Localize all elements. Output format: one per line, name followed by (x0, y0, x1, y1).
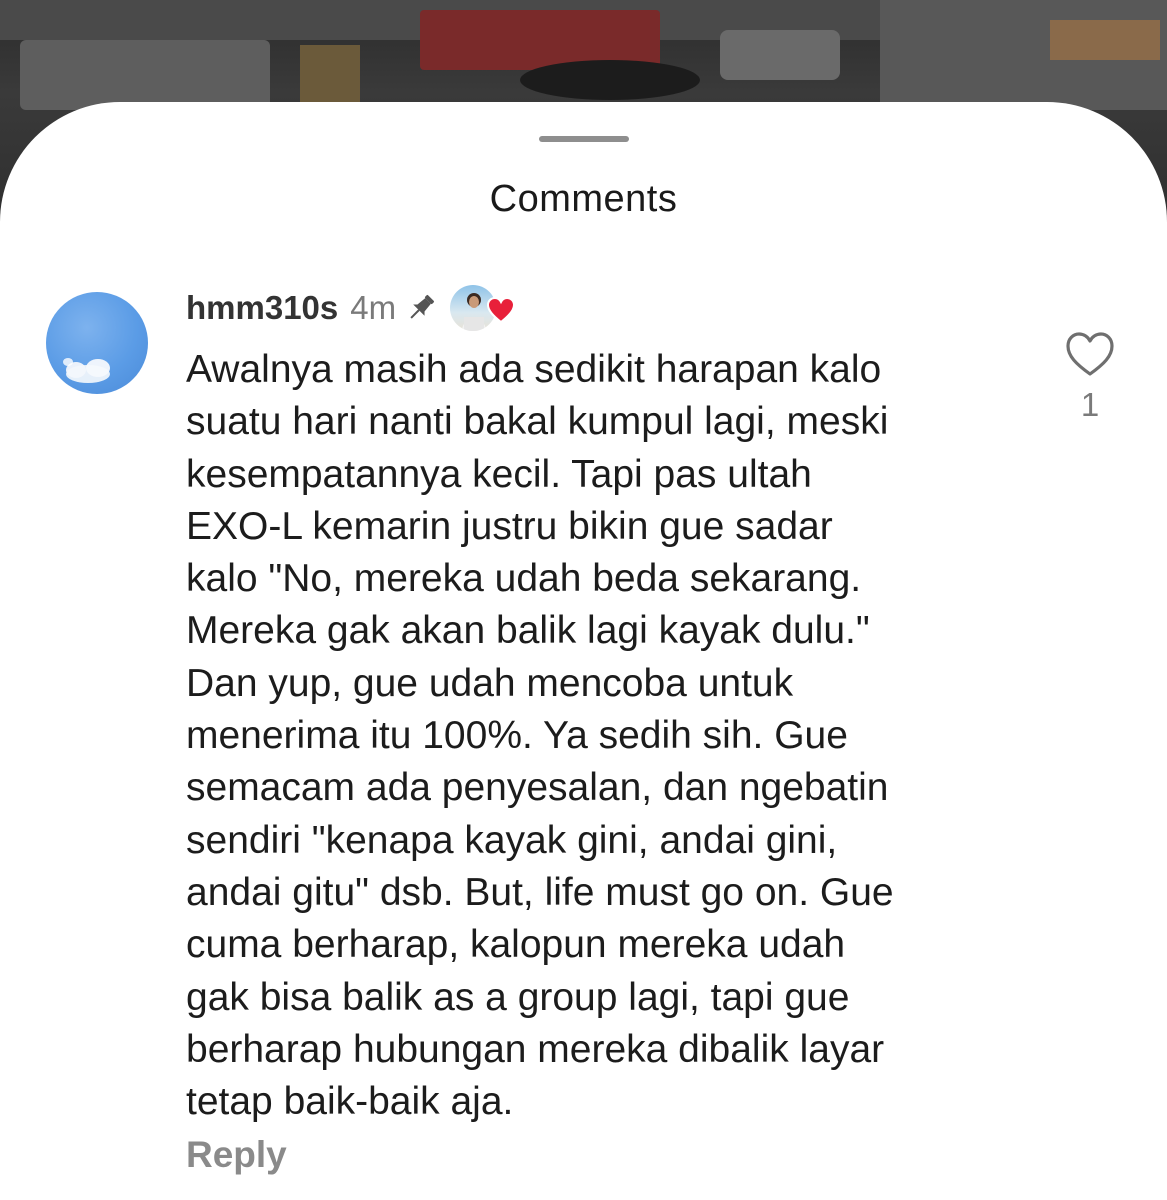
reply-button[interactable]: Reply (186, 1134, 287, 1176)
username[interactable]: hmm310s (186, 289, 338, 327)
backdrop-shape (300, 45, 360, 105)
backdrop-shape (1050, 20, 1160, 60)
heart-outline-icon[interactable] (1062, 328, 1118, 380)
drag-handle[interactable] (539, 136, 629, 142)
sheet-title: Comments (489, 178, 678, 220)
comment-meta: hmm310s 4m (186, 285, 516, 331)
pin-icon (410, 294, 435, 319)
comments-sheet: Comments hmm310s 4m Awalnya masih ada se… (0, 102, 1167, 1200)
backdrop-shape (520, 60, 700, 100)
backdrop-shape (720, 30, 840, 80)
like-count: 1 (1080, 386, 1100, 423)
heart-filled-icon (487, 296, 516, 324)
backdrop-shape (20, 40, 270, 110)
cloud-icon (63, 358, 110, 383)
commenter-avatar[interactable] (46, 292, 148, 394)
timestamp: 4m (350, 289, 397, 326)
comment-body: Awalnya masih ada sedikit harapan kalo s… (186, 348, 894, 1124)
